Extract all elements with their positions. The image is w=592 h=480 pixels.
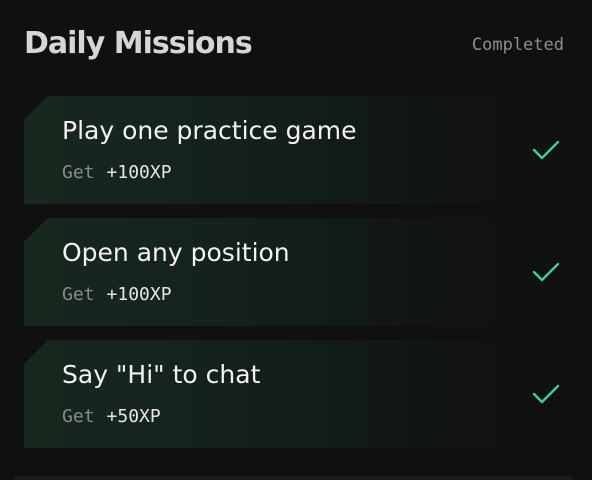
daily-missions-panel: Daily Missions Completed Play one practi… [0, 0, 592, 480]
reward-label: Get [62, 406, 95, 427]
mission-card-say-hi[interactable]: Say "Hi" to chat Get +50XP [24, 340, 572, 448]
mission-reward: Get +50XP [62, 404, 161, 430]
checkmark-icon [532, 140, 560, 160]
next-section-edge [14, 476, 572, 480]
mission-title: Say "Hi" to chat [62, 360, 261, 389]
mission-card-practice-game[interactable]: Play one practice game Get +100XP [24, 96, 572, 204]
completion-status: Completed [471, 35, 564, 55]
missions-header: Daily Missions Completed [24, 22, 564, 66]
mission-title: Play one practice game [62, 116, 357, 145]
mission-card-open-position[interactable]: Open any position Get +100XP [24, 218, 572, 326]
mission-reward: Get +100XP [62, 282, 172, 308]
page-title: Daily Missions [24, 26, 253, 61]
reward-value: +100XP [106, 162, 172, 183]
checkmark-icon [532, 262, 560, 282]
mission-reward: Get +100XP [62, 160, 172, 186]
reward-label: Get [62, 162, 95, 183]
reward-value: +50XP [106, 406, 161, 427]
checkmark-icon [532, 384, 560, 404]
reward-value: +100XP [106, 284, 172, 305]
reward-label: Get [62, 284, 95, 305]
mission-title: Open any position [62, 238, 290, 267]
